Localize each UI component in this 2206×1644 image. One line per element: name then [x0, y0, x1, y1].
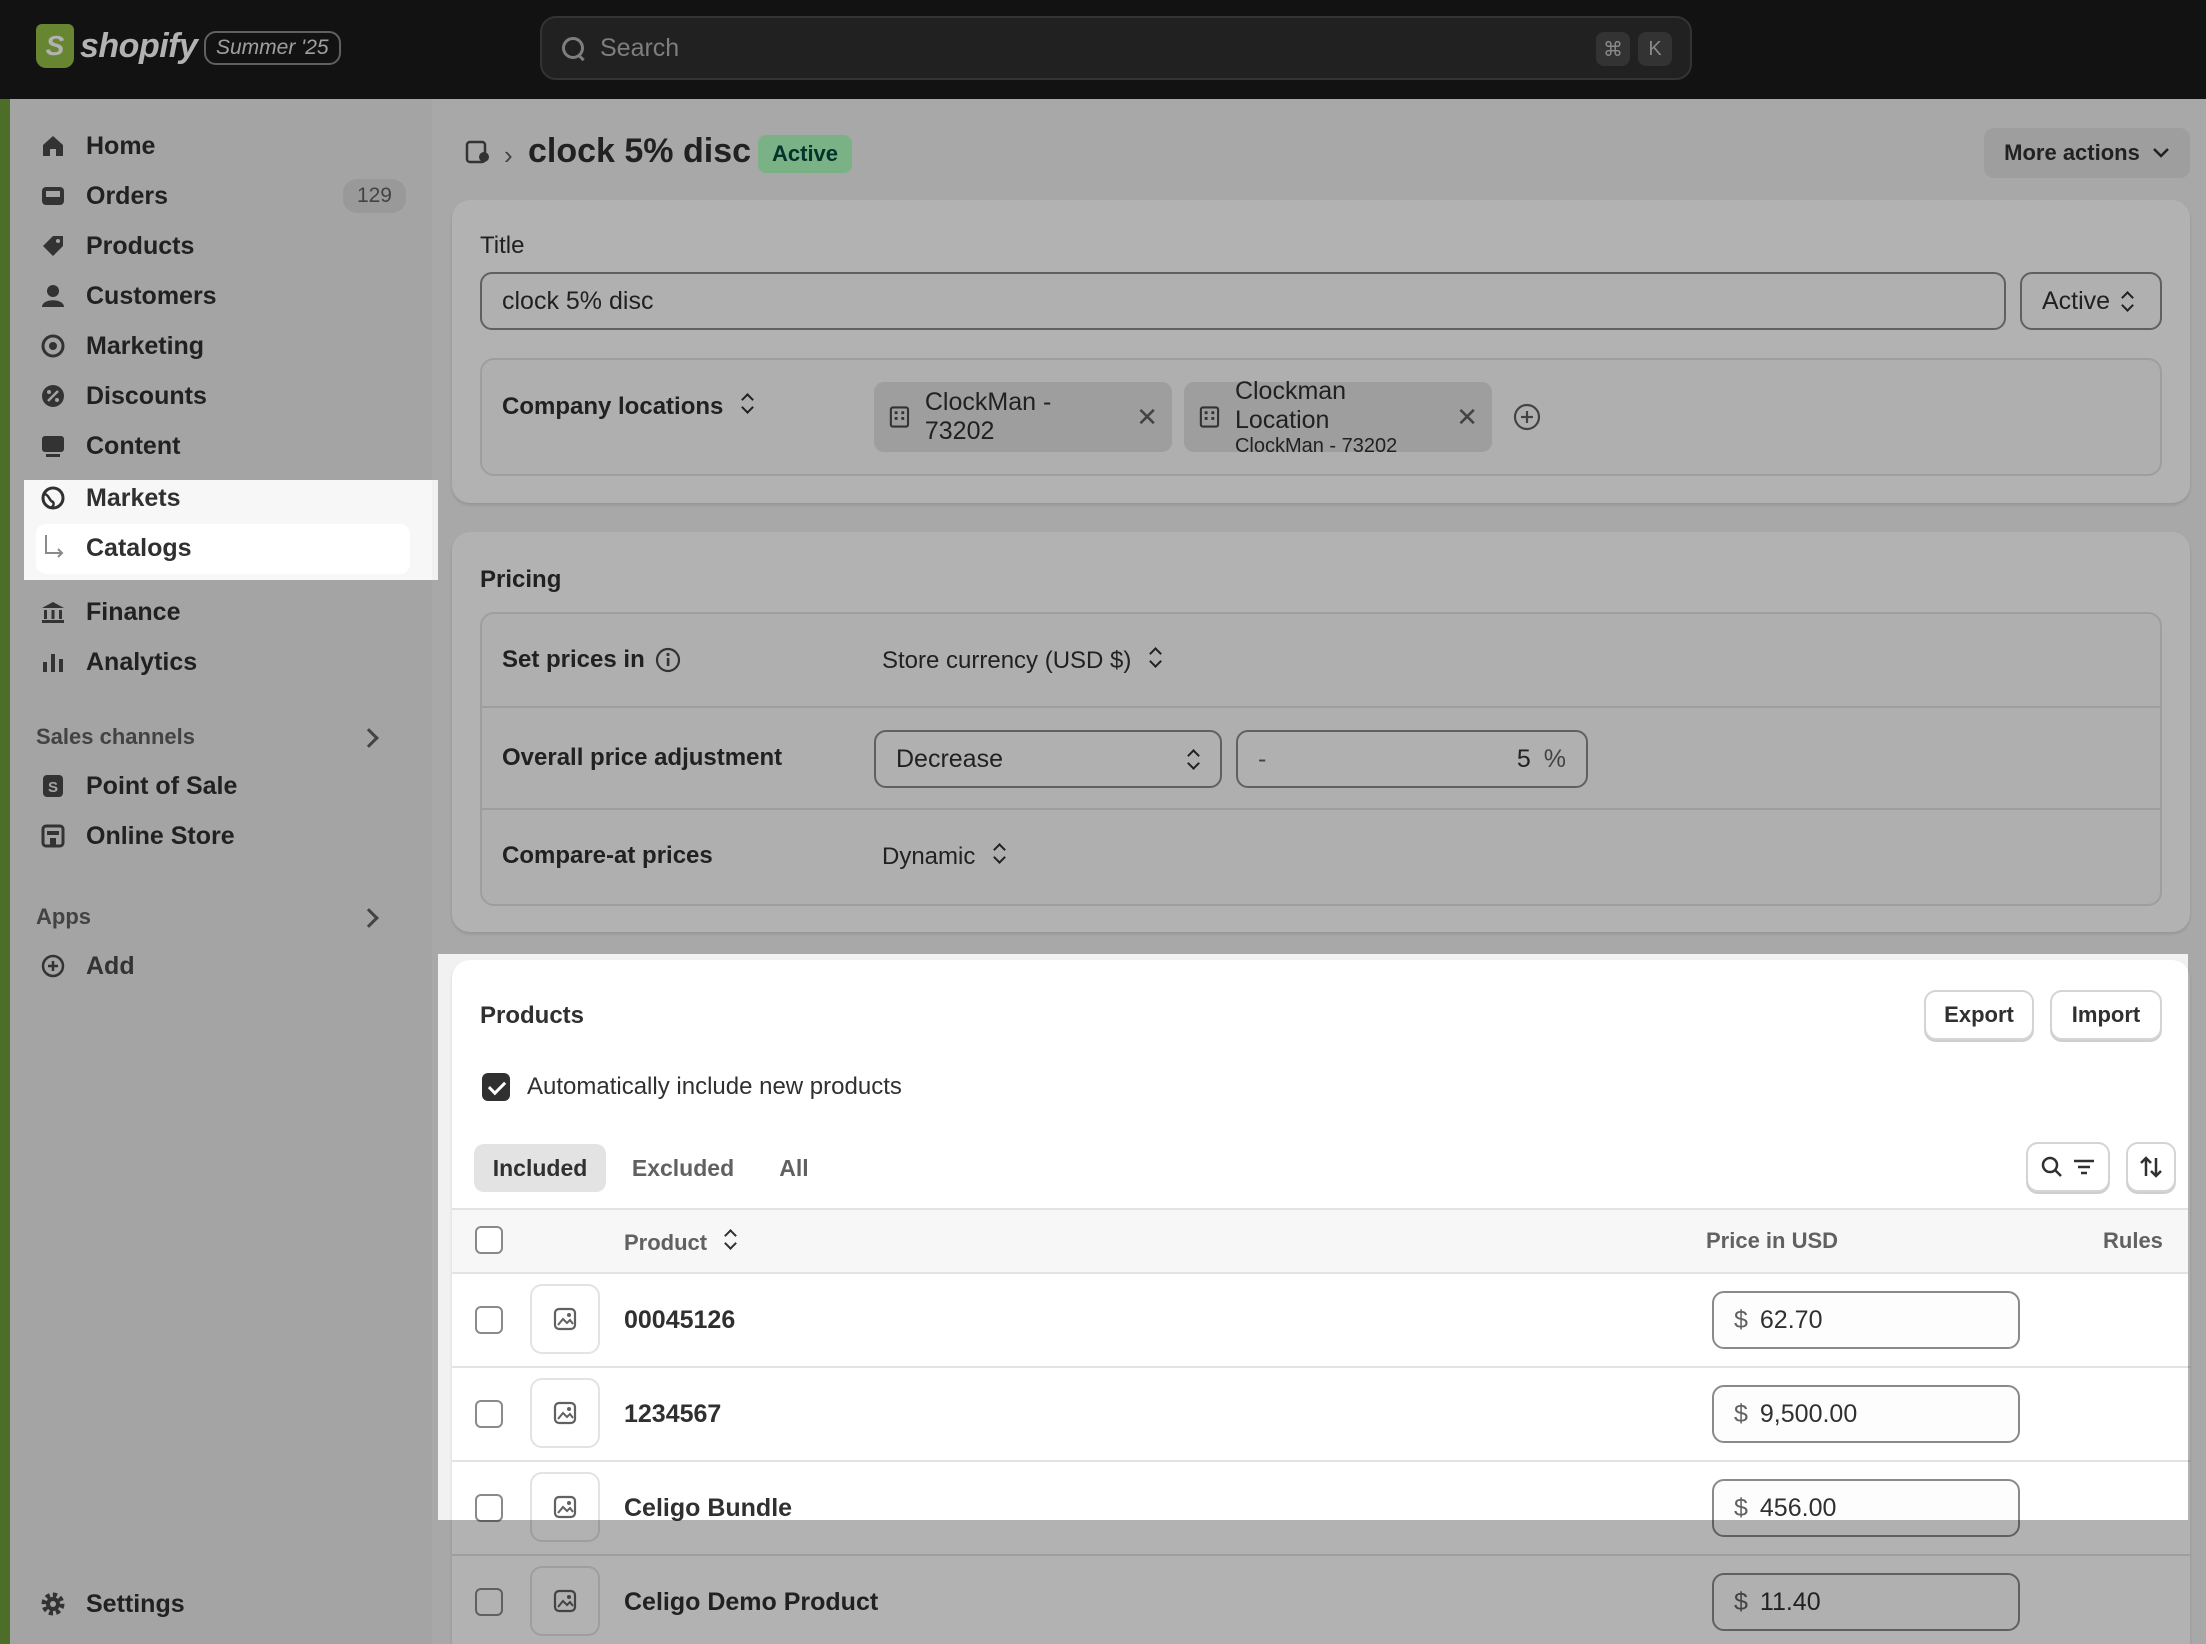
- tab-included[interactable]: Included: [474, 1144, 606, 1192]
- products-heading: Products: [480, 1002, 585, 1029]
- row-checkbox[interactable]: [475, 1400, 503, 1428]
- product-image-placeholder: [530, 1284, 600, 1354]
- dim-overlay: [438, 1520, 2206, 1644]
- column-header-product-label: Product: [624, 1230, 708, 1255]
- price-value: 456.00: [1759, 1493, 1837, 1522]
- subitem-arrow-icon: [40, 535, 66, 561]
- divider: [452, 1460, 2190, 1462]
- divider: [452, 1366, 2190, 1368]
- sort-arrows-icon: [723, 1228, 737, 1250]
- sidebar-item-label: Catalogs: [86, 533, 192, 562]
- filter-icon: [2074, 1159, 2094, 1175]
- column-header-product[interactable]: Product: [624, 1228, 737, 1256]
- sidebar-item-markets[interactable]: Markets: [30, 474, 406, 522]
- product-name[interactable]: Celigo Bundle: [624, 1494, 792, 1523]
- import-button[interactable]: Import: [2050, 990, 2162, 1040]
- product-name[interactable]: 00045126: [624, 1306, 735, 1335]
- search-icon: [2041, 1156, 2062, 1177]
- currency-symbol: $: [1734, 1305, 1748, 1334]
- dim-overlay: [2188, 954, 2206, 1520]
- image-placeholder-icon: [553, 1307, 577, 1331]
- price-value: 9,500.00: [1759, 1399, 1858, 1428]
- sort-arrows-icon: [2140, 1156, 2162, 1178]
- price-input[interactable]: $9,500.00: [1712, 1385, 2020, 1443]
- tab-excluded[interactable]: Excluded: [624, 1144, 742, 1192]
- column-header-rules: Rules: [2103, 1228, 2163, 1253]
- dim-overlay: [0, 0, 2206, 480]
- price-input[interactable]: $62.70: [1712, 1291, 2020, 1349]
- export-button[interactable]: Export: [1924, 990, 2034, 1040]
- product-name[interactable]: 1234567: [624, 1400, 721, 1429]
- row-checkbox[interactable]: [475, 1306, 503, 1334]
- auto-include-label: Automatically include new products: [527, 1073, 902, 1100]
- currency-symbol: $: [1734, 1399, 1748, 1428]
- search-filter-button[interactable]: [2026, 1142, 2110, 1192]
- price-value: 62.70: [1759, 1305, 1823, 1334]
- sidebar-item-catalogs[interactable]: Catalogs: [30, 524, 406, 572]
- row-checkbox[interactable]: [475, 1494, 503, 1522]
- product-image-placeholder: [530, 1378, 600, 1448]
- dim-overlay: [0, 480, 24, 580]
- dim-overlay: [438, 480, 2206, 954]
- sidebar-item-label: Markets: [86, 483, 181, 512]
- column-header-price: Price in USD: [1706, 1228, 1839, 1253]
- auto-include-checkbox[interactable]: [482, 1073, 510, 1101]
- image-placeholder-icon: [553, 1401, 577, 1425]
- select-all-checkbox[interactable]: [475, 1226, 503, 1254]
- image-placeholder-icon: [553, 1495, 577, 1519]
- sort-button[interactable]: [2126, 1142, 2176, 1192]
- dim-overlay: [0, 580, 438, 1644]
- currency-symbol: $: [1734, 1493, 1748, 1522]
- globe-icon: [40, 485, 66, 511]
- tab-all[interactable]: All: [764, 1144, 824, 1192]
